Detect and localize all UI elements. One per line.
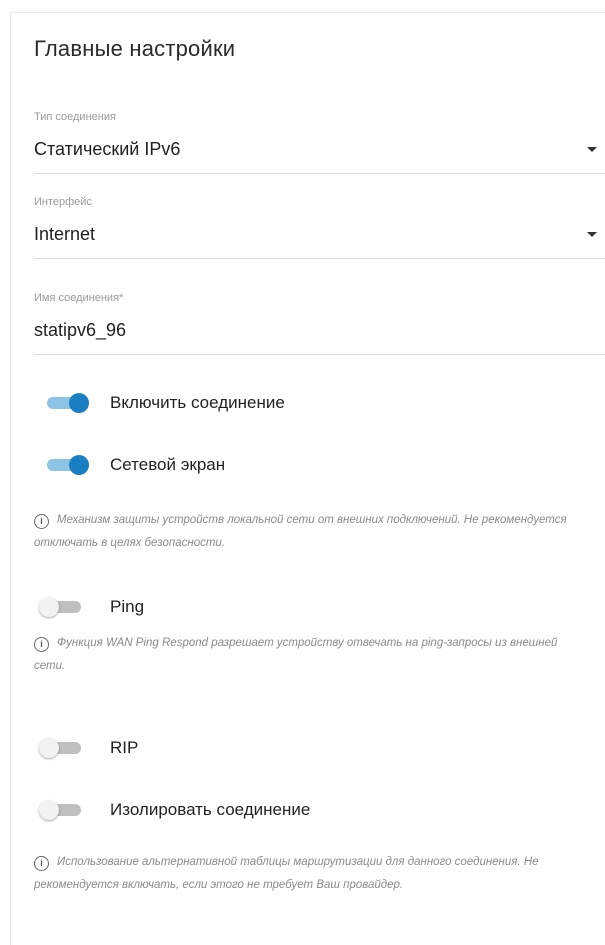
connection-name-underline (34, 354, 605, 355)
firewall-label: Сетевой экран (110, 455, 226, 474)
interface-select[interactable]: Интерфейс Internet (34, 196, 605, 260)
connection-type-select[interactable]: Тип соединения Статический IPv6 (34, 111, 605, 175)
isolate-connection-toggle[interactable] (37, 800, 89, 820)
isolate-connection-label: Изолировать соединение (110, 800, 311, 819)
connection-name-input[interactable]: statipv6_96 (34, 320, 126, 341)
firewall-toggle[interactable] (37, 455, 89, 475)
caret-down-icon (587, 232, 597, 237)
ping-label: Ping (110, 597, 145, 616)
interface-value: Internet (34, 224, 96, 244)
rip-row: RIP (37, 732, 605, 762)
isolate-connection-row: Изолировать соединение (37, 794, 605, 824)
caret-down-icon (587, 147, 597, 152)
interface-underline (34, 258, 605, 259)
toggle-knob (69, 455, 89, 475)
toggle-knob (39, 738, 59, 758)
info-icon: i (34, 637, 49, 652)
isolate-hint-text: Использование альтернативной таблицы мар… (34, 856, 539, 891)
interface-label: Интерфейс (34, 196, 92, 208)
firewall-row: Сетевой экран (37, 449, 605, 479)
connection-name-label: Имя соединения* (34, 292, 124, 304)
ping-hint-text: Функция WAN Ping Respond разрешает устро… (34, 637, 558, 672)
enable-connection-row: Включить соединение (37, 387, 605, 417)
toggle-knob (69, 393, 89, 413)
firewall-hint-text: Механизм защиты устройств локальной сети… (34, 514, 567, 549)
connection-type-label: Тип соединения (34, 111, 116, 123)
ping-toggle[interactable] (37, 597, 89, 617)
rip-label: RIP (110, 738, 139, 757)
toggle-knob (39, 597, 59, 617)
connection-type-value: Статический IPv6 (34, 139, 181, 159)
isolate-hint: i Использование альтернативной таблицы ма… (34, 851, 591, 897)
connection-name-field[interactable]: Имя соединения* statipv6_96 (34, 292, 605, 356)
section-title: Главные настройки (34, 36, 236, 61)
enable-connection-label: Включить соединение (110, 393, 285, 412)
firewall-hint: i Механизм защиты устройств локальной сет… (34, 509, 591, 555)
ping-row: Ping (37, 591, 605, 621)
rip-toggle[interactable] (37, 738, 89, 758)
enable-connection-toggle[interactable] (37, 393, 89, 413)
connection-type-underline (34, 173, 605, 174)
main-settings-panel: Главные настройки Тип соединения Статиче… (10, 12, 605, 945)
info-icon: i (34, 856, 49, 871)
ping-hint: i Функция WAN Ping Respond разрешает устр… (34, 632, 591, 678)
toggle-knob (39, 800, 59, 820)
info-icon: i (34, 514, 49, 529)
